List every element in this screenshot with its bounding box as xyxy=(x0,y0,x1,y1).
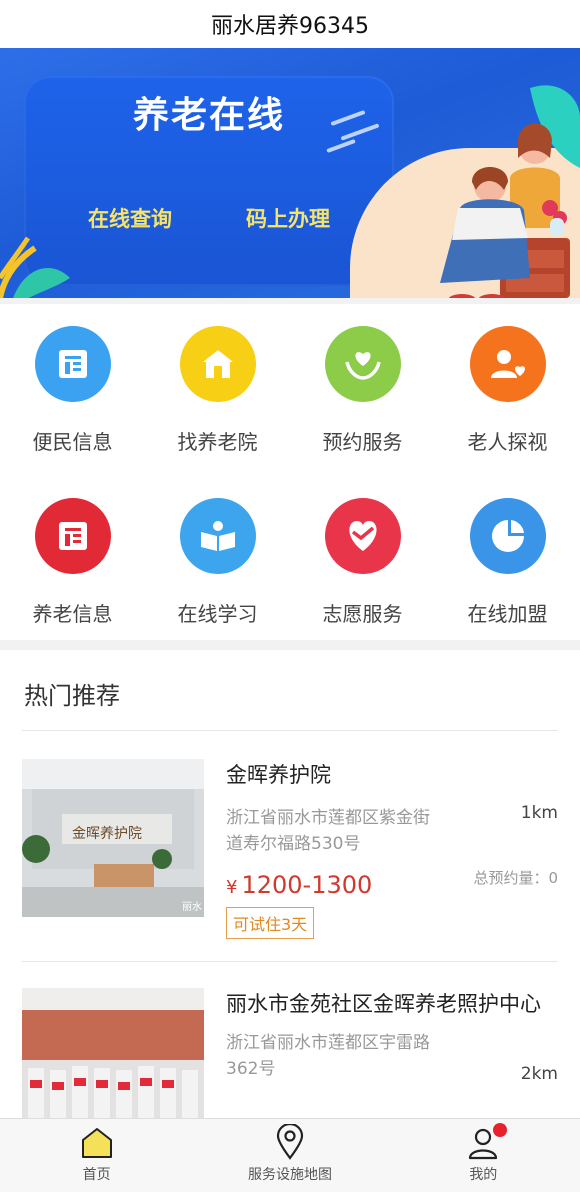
service-label: 预约服务 xyxy=(322,430,403,454)
facility-distance: 2km xyxy=(520,1064,558,1084)
tab-label: 我的 xyxy=(469,1167,498,1183)
service-label: 找养老院 xyxy=(177,430,258,454)
notification-badge xyxy=(492,1123,507,1137)
top-bar: 丽水居养96345 xyxy=(0,0,580,48)
currency-symbol: ¥ xyxy=(226,877,238,898)
tab-home[interactable]: 首页 xyxy=(0,1119,193,1192)
bottom-tab-bar: 首页 服务设施地图 我的 xyxy=(0,1118,580,1192)
thumb-sign: 金晖养护院 xyxy=(72,826,142,842)
home-icon xyxy=(81,1128,112,1158)
booking-count: 总预约量：0 xyxy=(473,869,558,887)
service-label: 在线学习 xyxy=(177,602,258,626)
facility-address: 浙江省丽水市莲都区紫金街道寿尔福路530号 xyxy=(226,808,430,854)
facility-info: 金晖养护院 浙江省丽水市莲都区紫金街道寿尔福路530号 1km ¥1200-13… xyxy=(226,759,558,961)
tab-map[interactable]: 服务设施地图 xyxy=(193,1119,386,1192)
price-range: 1200-1300 xyxy=(241,871,373,899)
page-title: 丽水居养96345 xyxy=(211,14,369,39)
service-online-learning[interactable]: 在线学习 xyxy=(145,498,290,670)
elderly-women-illustration xyxy=(440,85,580,298)
list-item[interactable]: 金晖养护院 丽水 金晖养护院 浙江省丽水市莲都区紫金街道寿尔福路530号 1km… xyxy=(0,731,580,961)
facility-photo: 金晖养护院 丽水 xyxy=(22,759,204,917)
facility-distance: 1km xyxy=(520,803,558,823)
tab-label: 服务设施地图 xyxy=(247,1167,332,1183)
service-grid: 便民信息 找养老院 预约服务 老人探视 养老信息 在线学习 志愿服务 在线加盟 xyxy=(0,298,580,650)
pie-icon xyxy=(469,498,546,574)
tab-mine[interactable]: 我的 xyxy=(387,1119,580,1192)
facility-name: 金晖养护院 xyxy=(226,763,331,787)
heart-hands-icon xyxy=(324,326,401,402)
tab-label: 首页 xyxy=(82,1167,111,1183)
banner-sub-left: 在线查询 xyxy=(88,207,172,231)
service-label: 志愿服务 xyxy=(322,602,403,626)
banner-sub-right: 码上办理 xyxy=(246,207,330,231)
service-volunteer[interactable]: 志愿服务 xyxy=(290,498,435,670)
banner-title: 养老在线 xyxy=(132,95,285,136)
promo-banner[interactable]: ✦ ✦ ✦ 养老在线 在线查询 码上办理 xyxy=(0,48,580,298)
leaf-decor-icon xyxy=(0,236,70,298)
service-bianmin[interactable]: 便民信息 xyxy=(0,326,145,498)
service-label: 养老信息 xyxy=(32,602,113,626)
document-icon xyxy=(34,498,111,574)
service-find-home[interactable]: 找养老院 xyxy=(145,326,290,498)
document-icon xyxy=(34,326,111,402)
reading-icon xyxy=(179,498,256,574)
service-join[interactable]: 在线加盟 xyxy=(435,498,580,670)
location-pin-icon xyxy=(276,1124,304,1160)
thumb-watermark: 丽水 xyxy=(182,902,202,913)
service-elderly-info[interactable]: 养老信息 xyxy=(0,498,145,670)
service-appointment[interactable]: 预约服务 xyxy=(290,326,435,498)
heart-icon xyxy=(324,498,401,574)
service-label: 在线加盟 xyxy=(467,602,548,626)
service-label: 老人探视 xyxy=(467,430,548,454)
facility-address: 浙江省丽水市莲都区宇雷路362号 xyxy=(226,1033,430,1079)
trial-badge: 可试住3天 xyxy=(226,907,315,939)
service-visit[interactable]: 老人探视 xyxy=(435,326,580,498)
facility-name: 丽水市金苑社区金晖养老照护中心 xyxy=(226,992,541,1016)
service-label: 便民信息 xyxy=(32,430,113,454)
house-icon xyxy=(179,326,256,402)
person-heart-icon xyxy=(469,326,546,402)
